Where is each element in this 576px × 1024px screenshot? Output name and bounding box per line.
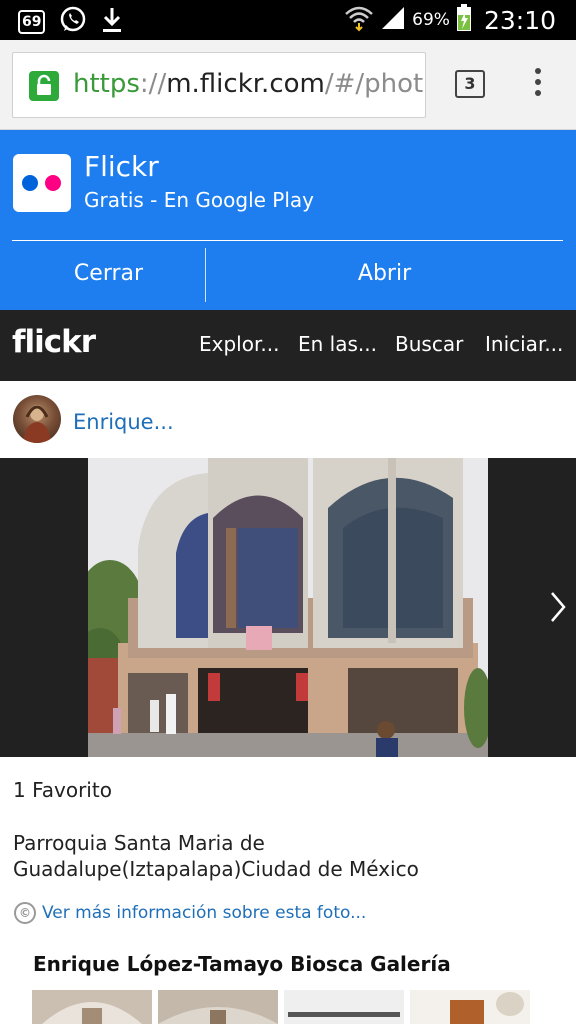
gallery-thumbnail[interactable] xyxy=(32,990,152,1024)
app-name: Flickr xyxy=(84,150,159,183)
flickr-nav-bar: flickr Explor... En las... Buscar Inicia… xyxy=(0,310,576,381)
favorites-count: 1 Favorito xyxy=(13,778,112,802)
nav-item-sign-in[interactable]: Iniciar... xyxy=(485,332,563,356)
url-host: m.flickr.com xyxy=(166,69,325,99)
url-text: https://m.flickr.com/#/phot xyxy=(73,69,423,99)
battery-percent: 69% xyxy=(412,10,450,30)
gallery-thumbnails xyxy=(32,990,532,1024)
gallery-thumbnail[interactable] xyxy=(284,990,404,1024)
app-subtitle: Gratis - En Google Play xyxy=(84,188,314,212)
photo-viewer xyxy=(0,458,576,757)
more-info-row: © Ver más información sobre esta foto... xyxy=(14,902,366,924)
url-separator: :// xyxy=(139,69,167,99)
app-install-banner: Flickr Gratis - En Google Play Cerrar Ab… xyxy=(0,130,576,310)
browser-toolbar: https://m.flickr.com/#/phot 3 xyxy=(0,40,576,130)
wifi-icon xyxy=(344,4,374,36)
cc-icon: © xyxy=(14,902,36,924)
overflow-menu-icon[interactable] xyxy=(528,68,548,102)
lock-icon xyxy=(29,71,59,101)
gallery-thumbnail[interactable] xyxy=(410,990,530,1024)
open-app-button[interactable]: Abrir xyxy=(206,242,563,306)
nav-item-recent[interactable]: En las... xyxy=(298,332,377,356)
gallery-thumbnail[interactable] xyxy=(158,990,278,1024)
photo-title: Parroquia Santa Maria de Guadalupe(Iztap… xyxy=(13,831,419,881)
url-path: /#/phot xyxy=(324,69,424,99)
notification-badge: 69 xyxy=(18,10,46,34)
gallery-title[interactable]: Enrique López-Tamayo Biosca Galería xyxy=(33,952,451,976)
battery-icon xyxy=(456,4,472,36)
download-icon xyxy=(101,6,123,38)
close-banner-button[interactable]: Cerrar xyxy=(12,242,205,306)
status-bar: 69 69% 23:10 xyxy=(0,0,576,40)
whatsapp-icon xyxy=(59,6,87,38)
banner-divider xyxy=(12,240,563,241)
church-photo[interactable] xyxy=(88,458,488,757)
signal-icon xyxy=(380,5,406,35)
more-info-link[interactable]: Ver más información sobre esta foto... xyxy=(42,903,366,923)
tab-switcher-button[interactable]: 3 xyxy=(455,70,485,98)
flickr-logo[interactable]: flickr xyxy=(12,324,96,360)
url-scheme: https xyxy=(73,69,140,99)
flickr-app-icon xyxy=(13,154,71,212)
clock: 23:10 xyxy=(483,5,556,35)
url-bar[interactable]: https://m.flickr.com/#/phot xyxy=(12,52,426,118)
avatar[interactable] xyxy=(13,395,61,443)
nav-item-explore[interactable]: Explor... xyxy=(199,332,279,356)
author-link[interactable]: Enrique... xyxy=(73,410,174,434)
next-photo-icon[interactable] xyxy=(548,590,568,624)
nav-item-search[interactable]: Buscar xyxy=(395,332,463,356)
